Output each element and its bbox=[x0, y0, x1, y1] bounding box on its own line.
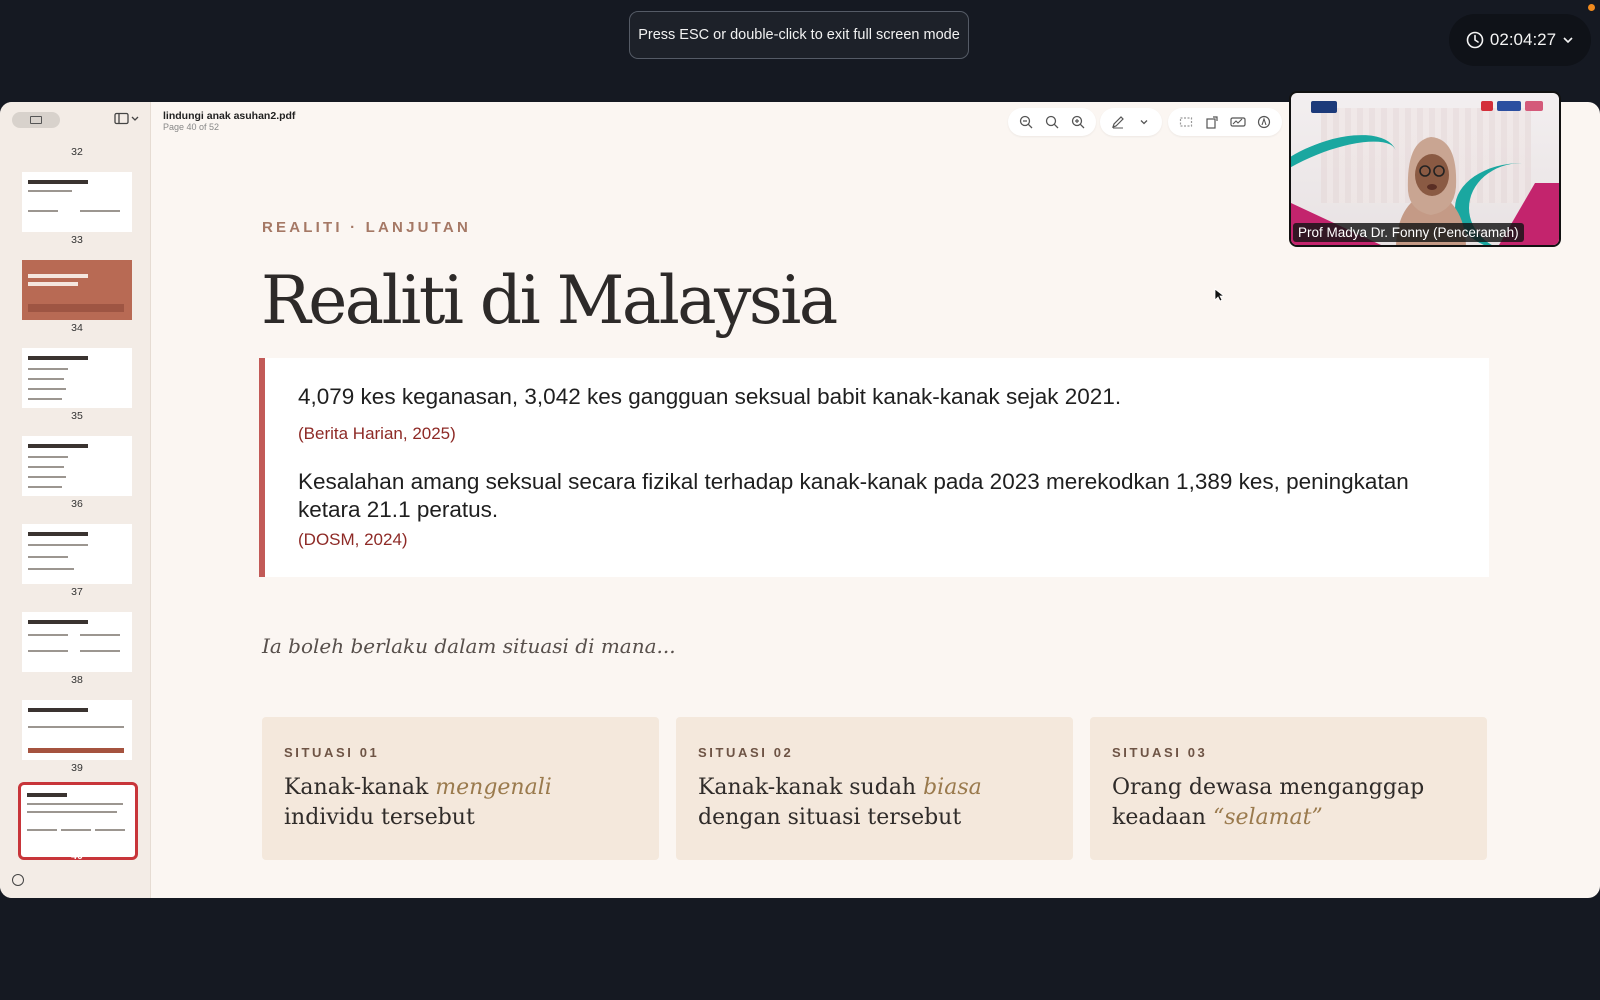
situation-card: SITUASI 02 Kanak-kanak sudah biasa dengan… bbox=[676, 717, 1073, 860]
thumbnail-page-number: 36 bbox=[71, 498, 83, 510]
thumbnail-page-38[interactable] bbox=[22, 612, 132, 672]
thumbnail-sidebar[interactable]: 32 33 34 35 36 37 38 39 40 bbox=[0, 102, 151, 898]
fullscreen-notice: Press ESC or double-click to exit full s… bbox=[629, 11, 969, 59]
recording-indicator bbox=[1588, 4, 1595, 11]
thumbnail-page-36[interactable] bbox=[22, 436, 132, 496]
mouse-cursor-icon bbox=[1214, 288, 1226, 307]
sidebar-view-menu-button[interactable] bbox=[114, 112, 144, 128]
thumbnail-page-39[interactable] bbox=[22, 700, 132, 760]
chevron-down-icon[interactable] bbox=[1132, 110, 1156, 134]
situation-text: Orang dewasa menganggap keadaan “selamat” bbox=[1112, 775, 1425, 830]
statistic-source: (DOSM, 2024) bbox=[298, 530, 408, 549]
zoom-actual-size-icon[interactable] bbox=[1040, 110, 1064, 134]
zoom-toolbar bbox=[1008, 108, 1096, 136]
situation-text: Kanak-kanak mengenali individu tersebut bbox=[284, 775, 552, 830]
thumbnail-page-33[interactable] bbox=[22, 172, 132, 232]
markup-toolbar bbox=[1100, 108, 1162, 136]
document-filename: lindungi anak asuhan2.pdf bbox=[163, 110, 296, 122]
thumbnail-page-number: 32 bbox=[71, 146, 83, 158]
select-region-icon[interactable] bbox=[1174, 110, 1198, 134]
situation-card: SITUASI 03 Orang dewasa menganggap keadaa… bbox=[1090, 717, 1487, 860]
slide-kicker: REALITI · LANJUTAN bbox=[262, 219, 471, 236]
meeting-timer[interactable]: 02:04:27 bbox=[1449, 14, 1591, 66]
situation-card: SITUASI 01 Kanak-kanak mengenali individu… bbox=[262, 717, 659, 860]
edit-toolbar bbox=[1168, 108, 1282, 136]
thumbnail-page-number: 34 bbox=[71, 322, 83, 334]
event-logo-icon bbox=[1311, 101, 1337, 113]
thumbnail-page-number: 35 bbox=[71, 410, 83, 422]
speaker-video-tile[interactable]: Prof Madya Dr. Fonny (Penceramah) bbox=[1289, 91, 1561, 247]
thumbnail-page-number: 38 bbox=[71, 674, 83, 686]
statistic-source: (Berita Harian, 2025) bbox=[298, 424, 456, 443]
clock-icon bbox=[1466, 31, 1484, 49]
thumbnail-page-34[interactable] bbox=[22, 260, 132, 320]
thumbnail-page-37[interactable] bbox=[22, 524, 132, 584]
thumbnail-page-number: 37 bbox=[71, 586, 83, 598]
timer-value: 02:04:27 bbox=[1489, 30, 1557, 49]
signature-icon[interactable] bbox=[1226, 110, 1250, 134]
thumbnail-page-number: 39 bbox=[71, 762, 83, 774]
slide-title: Realiti di Malaysia bbox=[261, 262, 838, 339]
situation-tag: SITUASI 03 bbox=[1112, 745, 1208, 760]
thumbnail-page-number: 33 bbox=[71, 234, 83, 246]
pen-icon[interactable] bbox=[1106, 110, 1130, 134]
situation-tag: SITUASI 01 bbox=[284, 745, 380, 760]
zoom-out-icon[interactable] bbox=[1014, 110, 1038, 134]
sidebar-toggle-button[interactable] bbox=[12, 112, 60, 128]
statistics-quote-box: 4,079 kes keganasan, 3,042 kes gangguan … bbox=[259, 358, 1489, 577]
thumbnail-page-40-active[interactable] bbox=[18, 782, 138, 860]
rotate-icon[interactable] bbox=[1200, 110, 1224, 134]
thumbnail-page-35[interactable] bbox=[22, 348, 132, 408]
page-indicator: Page 40 of 52 bbox=[163, 122, 220, 132]
statistic-text: 4,079 kes keganasan, 3,042 kes gangguan … bbox=[298, 384, 1122, 409]
zoom-in-icon[interactable] bbox=[1066, 110, 1090, 134]
speaker-name-label: Prof Madya Dr. Fonny (Penceramah) bbox=[1293, 223, 1524, 242]
situation-text: Kanak-kanak sudah biasa dengan situasi te… bbox=[698, 775, 982, 830]
markup-circle-icon[interactable] bbox=[1252, 110, 1276, 134]
chevron-down-icon bbox=[1562, 34, 1574, 46]
sponsor-logos-icon bbox=[1481, 101, 1543, 111]
situation-tag: SITUASI 02 bbox=[698, 745, 794, 760]
situation-lead: Ia boleh berlaku dalam situasi di mana..… bbox=[262, 634, 676, 658]
statistic-text: Kesalahan amang seksual secara fizikal t… bbox=[298, 469, 1409, 522]
thumbnail-page-number-active: 40 bbox=[71, 850, 83, 862]
add-page-icon[interactable] bbox=[12, 874, 24, 886]
